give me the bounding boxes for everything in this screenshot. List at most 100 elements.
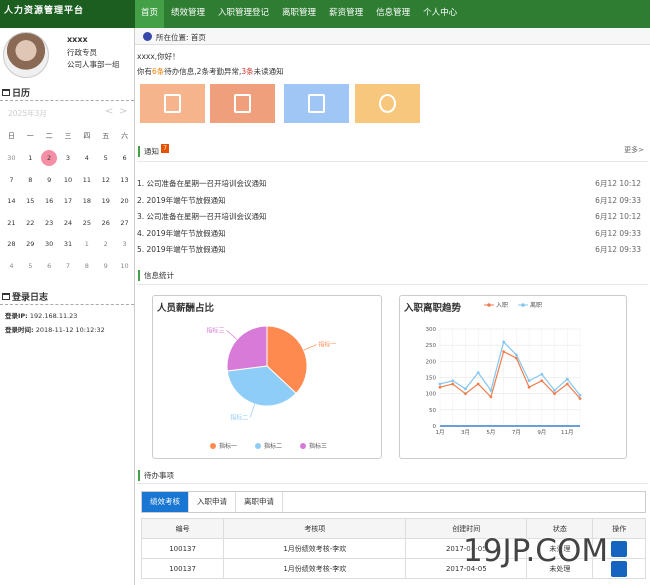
calendar-day[interactable]: 26 xyxy=(96,213,115,235)
legend-label[interactable]: 指标一 xyxy=(219,442,237,450)
data-point[interactable] xyxy=(438,382,442,386)
calendar-day[interactable]: 5 xyxy=(96,148,115,170)
view-button[interactable] xyxy=(611,560,628,577)
unread-count[interactable]: 3条 xyxy=(241,67,253,76)
calendar-day[interactable]: 1 xyxy=(21,148,40,170)
data-point[interactable] xyxy=(540,379,544,383)
data-point[interactable] xyxy=(489,389,493,392)
data-point[interactable] xyxy=(489,395,493,399)
legend-label[interactable]: 入职 xyxy=(496,302,508,309)
avatar[interactable] xyxy=(3,32,49,78)
data-point[interactable] xyxy=(502,340,506,344)
data-point[interactable] xyxy=(502,350,506,354)
calendar-day[interactable]: 7 xyxy=(59,256,78,278)
calendar-day[interactable]: 9 xyxy=(40,170,59,192)
notices-more-link[interactable]: 更多> xyxy=(624,145,644,155)
calendar-prev-button[interactable]: < xyxy=(105,106,113,117)
todo-tab-0[interactable]: 绩效考核 xyxy=(142,492,189,512)
calendar-next-button[interactable]: > xyxy=(119,106,127,117)
calendar-day[interactable]: 15 xyxy=(21,191,40,213)
data-point[interactable] xyxy=(476,382,480,386)
notice-item[interactable]: 1. 公司准备在星期一召开培训会议通知 6月12 10:12 xyxy=(137,178,641,189)
data-point[interactable] xyxy=(565,377,569,381)
data-point[interactable] xyxy=(553,392,556,396)
calendar-day[interactable]: 14 xyxy=(2,191,21,213)
data-point[interactable] xyxy=(464,387,467,391)
calendar-day[interactable]: 18 xyxy=(77,191,96,213)
data-point[interactable] xyxy=(514,353,518,357)
pie-slice[interactable] xyxy=(226,325,268,372)
calendar-day[interactable]: 9 xyxy=(96,256,115,278)
calendar-day[interactable]: 24 xyxy=(59,213,78,235)
data-point[interactable] xyxy=(565,382,569,386)
pending-count[interactable]: 6条 xyxy=(152,67,164,76)
calendar-day[interactable]: 3 xyxy=(115,234,134,256)
data-point[interactable] xyxy=(578,397,582,400)
legend-label[interactable]: 指标二 xyxy=(264,442,282,450)
calendar-day[interactable]: 6 xyxy=(40,256,59,278)
calendar-day[interactable]: 8 xyxy=(77,256,96,278)
calendar-day[interactable]: 8 xyxy=(21,170,40,192)
calendar-day[interactable]: 3 xyxy=(59,148,78,170)
calendar-day[interactable]: 30 xyxy=(2,148,21,170)
calendar-day[interactable]: 29 xyxy=(21,234,40,256)
tile-onboarding[interactable] xyxy=(210,84,275,123)
calendar-day[interactable]: 10 xyxy=(59,170,78,192)
calendar-day[interactable]: 13 xyxy=(115,170,134,192)
nav-item-1[interactable]: 绩效管理 xyxy=(165,0,211,28)
data-point[interactable] xyxy=(540,372,544,376)
calendar-day[interactable]: 19 xyxy=(96,191,115,213)
nav-item-4[interactable]: 薪资管理 xyxy=(323,0,369,28)
data-point[interactable] xyxy=(464,392,467,396)
data-point[interactable] xyxy=(527,379,531,383)
data-point[interactable] xyxy=(527,385,531,389)
tile-performance[interactable] xyxy=(140,84,205,123)
calendar-day[interactable]: 4 xyxy=(77,148,96,170)
nav-item-2[interactable]: 入职管理登记 xyxy=(212,0,275,28)
calendar-day[interactable]: 4 xyxy=(2,256,21,278)
calendar-day[interactable]: 22 xyxy=(21,213,40,235)
todo-tab-1[interactable]: 入职申请 xyxy=(189,492,236,512)
data-point[interactable] xyxy=(438,385,442,389)
calendar-day[interactable]: 30 xyxy=(40,234,59,256)
calendar-day[interactable]: 21 xyxy=(2,213,21,235)
calendar-day[interactable]: 11 xyxy=(77,170,96,192)
nav-item-5[interactable]: 信息管理 xyxy=(370,0,416,28)
nav-item-3[interactable]: 离职管理 xyxy=(276,0,322,28)
calendar-day[interactable]: 7 xyxy=(2,170,21,192)
tile-edit[interactable] xyxy=(284,84,349,123)
nav-item-6[interactable]: 个人中心 xyxy=(417,0,463,28)
legend-label[interactable]: 指标三 xyxy=(309,442,327,450)
calendar-day[interactable]: 27 xyxy=(115,213,134,235)
legend-label[interactable]: 离职 xyxy=(530,301,542,309)
view-button[interactable] xyxy=(611,540,628,557)
calendar-day[interactable]: 23 xyxy=(40,213,59,235)
calendar-day[interactable]: 31 xyxy=(59,234,78,256)
calendar-day[interactable]: 12 xyxy=(96,170,115,192)
calendar-day[interactable]: 2 xyxy=(96,234,115,256)
calendar-day[interactable]: 28 xyxy=(2,234,21,256)
nav-item-0[interactable]: 首页 xyxy=(135,0,165,28)
data-point[interactable] xyxy=(451,382,455,386)
notice-item[interactable]: 4. 2019年端午节放假通知 6月12 09:33 xyxy=(137,228,641,239)
calendar-day[interactable]: 25 xyxy=(77,213,96,235)
calendar-day-today[interactable]: 2 xyxy=(40,148,59,170)
calendar-day[interactable]: 6 xyxy=(115,148,134,170)
data-point[interactable] xyxy=(578,393,582,397)
tile-award[interactable] xyxy=(355,84,420,123)
calendar-day[interactable]: 10 xyxy=(115,256,134,278)
attendance-count[interactable]: 2条 xyxy=(197,67,209,76)
calendar-day[interactable]: 16 xyxy=(40,191,59,213)
calendar-day[interactable]: 20 xyxy=(115,191,134,213)
calendar-day[interactable]: 5 xyxy=(21,256,40,278)
notice-item[interactable]: 5. 2019年端午节放假通知 6月12 09:33 xyxy=(137,244,641,255)
breadcrumb-current[interactable]: 首页 xyxy=(191,33,206,42)
data-point[interactable] xyxy=(451,379,455,383)
notice-item[interactable]: 2. 2019年端午节放假通知 6月12 09:33 xyxy=(137,195,641,206)
calendar-day[interactable]: 1 xyxy=(77,234,96,256)
data-point[interactable] xyxy=(476,371,480,375)
data-point[interactable] xyxy=(553,389,556,392)
todo-tab-2[interactable]: 离职申请 xyxy=(236,492,283,512)
calendar-day[interactable]: 17 xyxy=(59,191,78,213)
notice-item[interactable]: 3. 公司准备在星期一召开培训会议通知 6月12 10:12 xyxy=(137,211,641,222)
